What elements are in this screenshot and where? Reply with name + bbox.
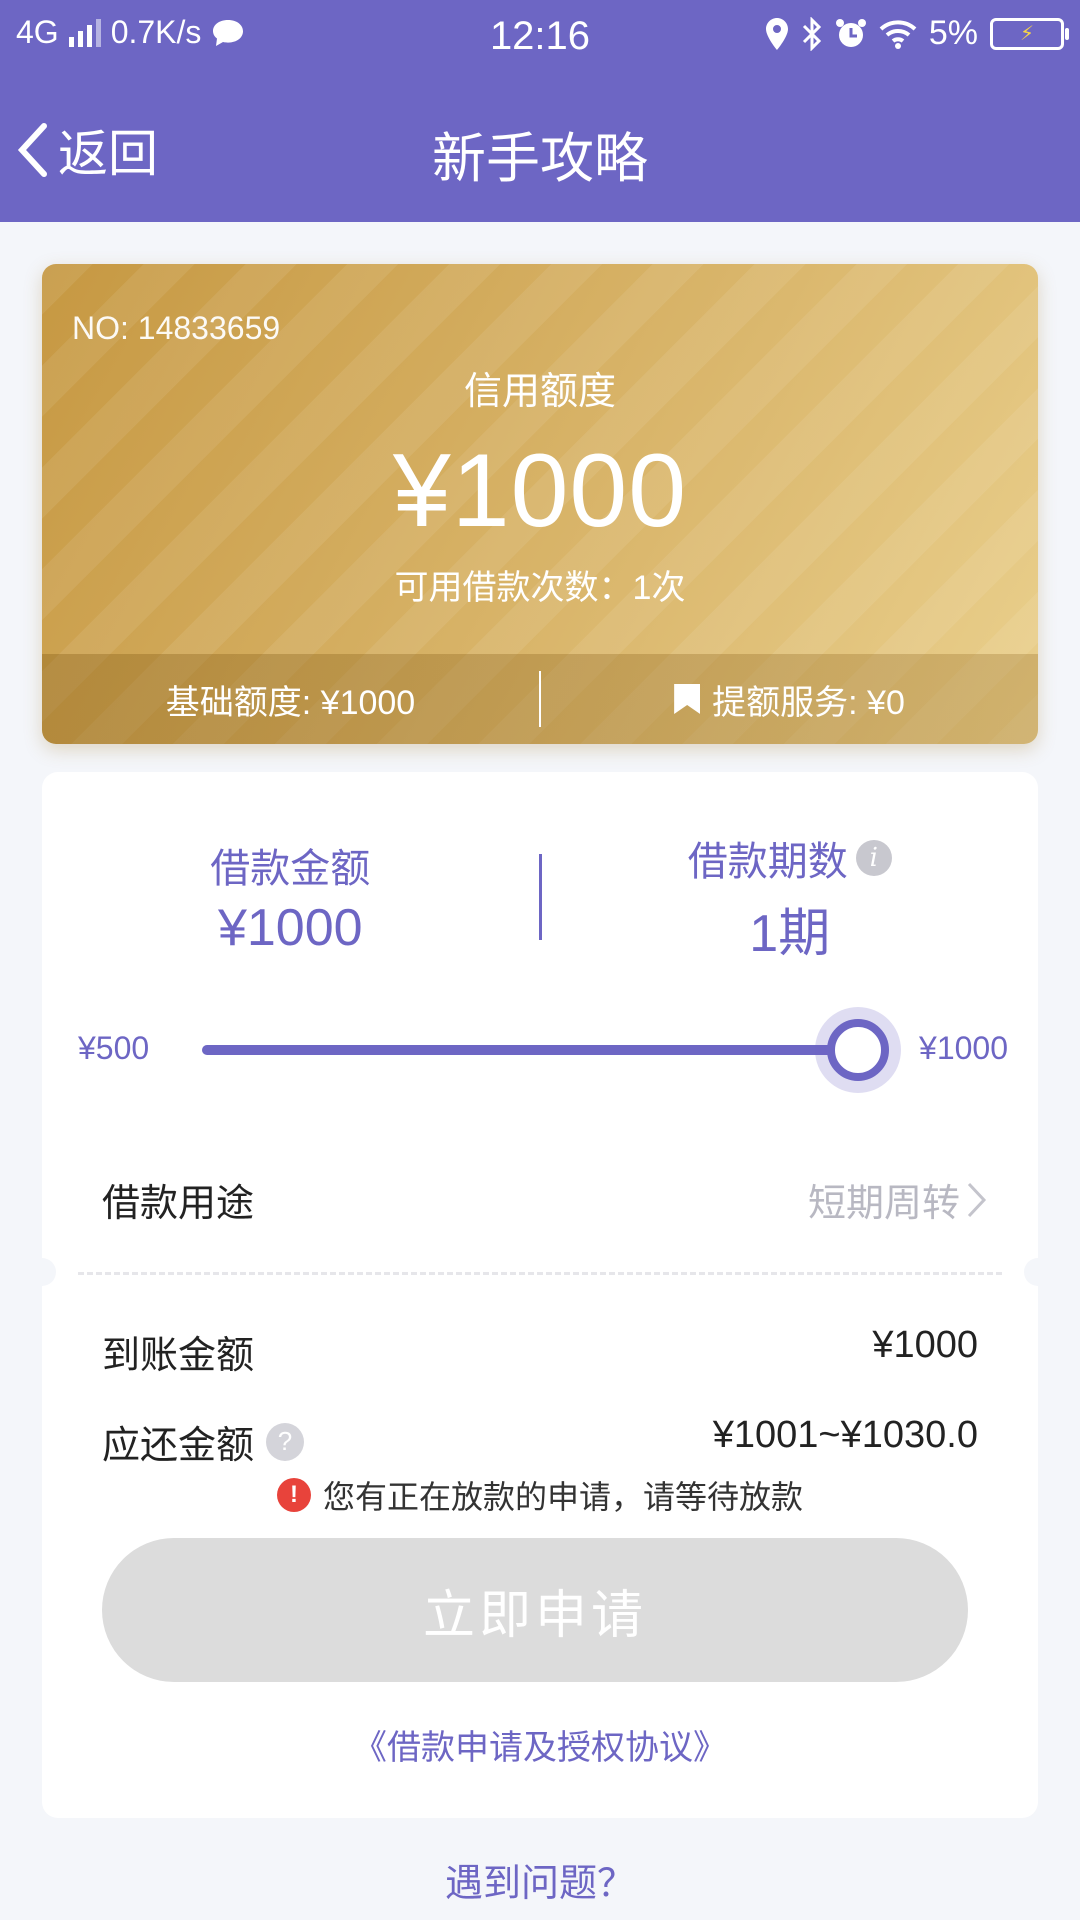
nav-bar: 返回 新手攻略	[0, 96, 1080, 202]
alert-icon: !	[276, 1478, 311, 1512]
repay-amount-row: 应还金额 ? ¥1001~¥1030.0	[42, 1402, 1038, 1472]
card-footer: 基础额度: ¥1000 提额服务: ¥0	[42, 654, 1038, 744]
loan-amount-value: ¥1000	[217, 899, 363, 957]
dashed-line	[78, 1272, 1002, 1275]
loan-purpose-row[interactable]: 借款用途 短期周转	[42, 1152, 1038, 1242]
loan-amount: 借款金额 ¥1000	[42, 836, 539, 958]
base-quota: 基础额度: ¥1000	[42, 675, 539, 724]
help-link[interactable]: 遇到问题？	[0, 1852, 1080, 1907]
credit-limit-label: 信用额度	[463, 371, 616, 413]
arrival-amount-row: 到账金额 ¥1000	[42, 1312, 1038, 1382]
bookmark-icon	[674, 684, 701, 714]
info-icon[interactable]: i	[855, 839, 892, 876]
credit-card: NO: 14833659 信用额度 ¥1000 可用借款次数：1次 基础额度: …	[42, 264, 1038, 744]
status-right: 5% ⚡	[765, 14, 1069, 53]
status-bar: 4G 0.7K/s 12:16 5% ⚡	[0, 0, 1080, 76]
upgrade-service[interactable]: 提额服务: ¥0	[541, 675, 1038, 724]
card-number: NO: 14833659	[72, 310, 281, 346]
page-title: 新手攻略	[432, 129, 648, 189]
top-bar: 4G 0.7K/s 12:16 5% ⚡ 返回 新手攻略	[0, 0, 1080, 222]
credit-limit-amount: ¥1000	[392, 433, 688, 549]
agreement-link[interactable]: 《借款申请及授权协议》	[42, 1720, 1038, 1769]
available-times: 可用借款次数：1次	[394, 569, 686, 607]
slider-fill	[202, 1045, 858, 1055]
slider-track[interactable]	[202, 1007, 901, 1093]
chevron-right-icon	[967, 1182, 987, 1217]
arrival-amount-value: ¥1000	[872, 1324, 978, 1366]
help-icon[interactable]: ?	[266, 1422, 305, 1461]
wifi-icon	[879, 19, 917, 49]
battery-icon: ⚡	[990, 17, 1069, 50]
notch-left	[28, 1258, 56, 1286]
notch-right	[1024, 1258, 1052, 1286]
warning-text: 您有正在放款的申请，请等待放款	[322, 1479, 803, 1515]
pending-warning: ! 您有正在放款的申请，请等待放款	[42, 1472, 1038, 1518]
loan-amount-label: 借款金额	[210, 847, 371, 891]
base-quota-text: 基础额度: ¥1000	[165, 683, 416, 722]
apply-button[interactable]: 立即申请	[102, 1538, 968, 1682]
location-icon	[765, 17, 788, 50]
loan-purpose-value: 短期周转	[808, 1172, 988, 1227]
arrival-amount-label: 到账金额	[102, 1335, 255, 1377]
loan-period-label: 借款期数	[687, 839, 848, 884]
slider-thumb-knob	[827, 1019, 889, 1081]
loan-purpose-label: 借款用途	[102, 1183, 255, 1225]
amount-slider: ¥500 ¥1000	[42, 1007, 1038, 1093]
loan-summary: 借款金额 ¥1000 借款期数 i 1期	[42, 839, 1038, 963]
upgrade-service-text: 提额服务: ¥0	[712, 683, 905, 722]
loan-purpose-text: 短期周转	[807, 1183, 960, 1225]
battery-percent: 5%	[928, 14, 978, 52]
slider-min-label: ¥500	[78, 1030, 150, 1066]
repay-amount-label: 应还金额	[102, 1425, 255, 1467]
bluetooth-icon	[802, 16, 821, 51]
repay-amount-value: ¥1001~¥1030.0	[712, 1414, 978, 1456]
perforated-divider	[28, 1252, 1052, 1292]
slider-thumb[interactable]	[815, 1007, 901, 1093]
loan-period-value: 1期	[749, 904, 831, 963]
slider-max-label: ¥1000	[919, 1030, 1008, 1066]
loan-period: 借款期数 i 1期	[542, 829, 1039, 966]
alarm-icon	[835, 18, 866, 47]
loan-panel: 借款金额 ¥1000 借款期数 i 1期 ¥500 ¥1000 借款用途 短期周…	[28, 772, 1052, 1818]
